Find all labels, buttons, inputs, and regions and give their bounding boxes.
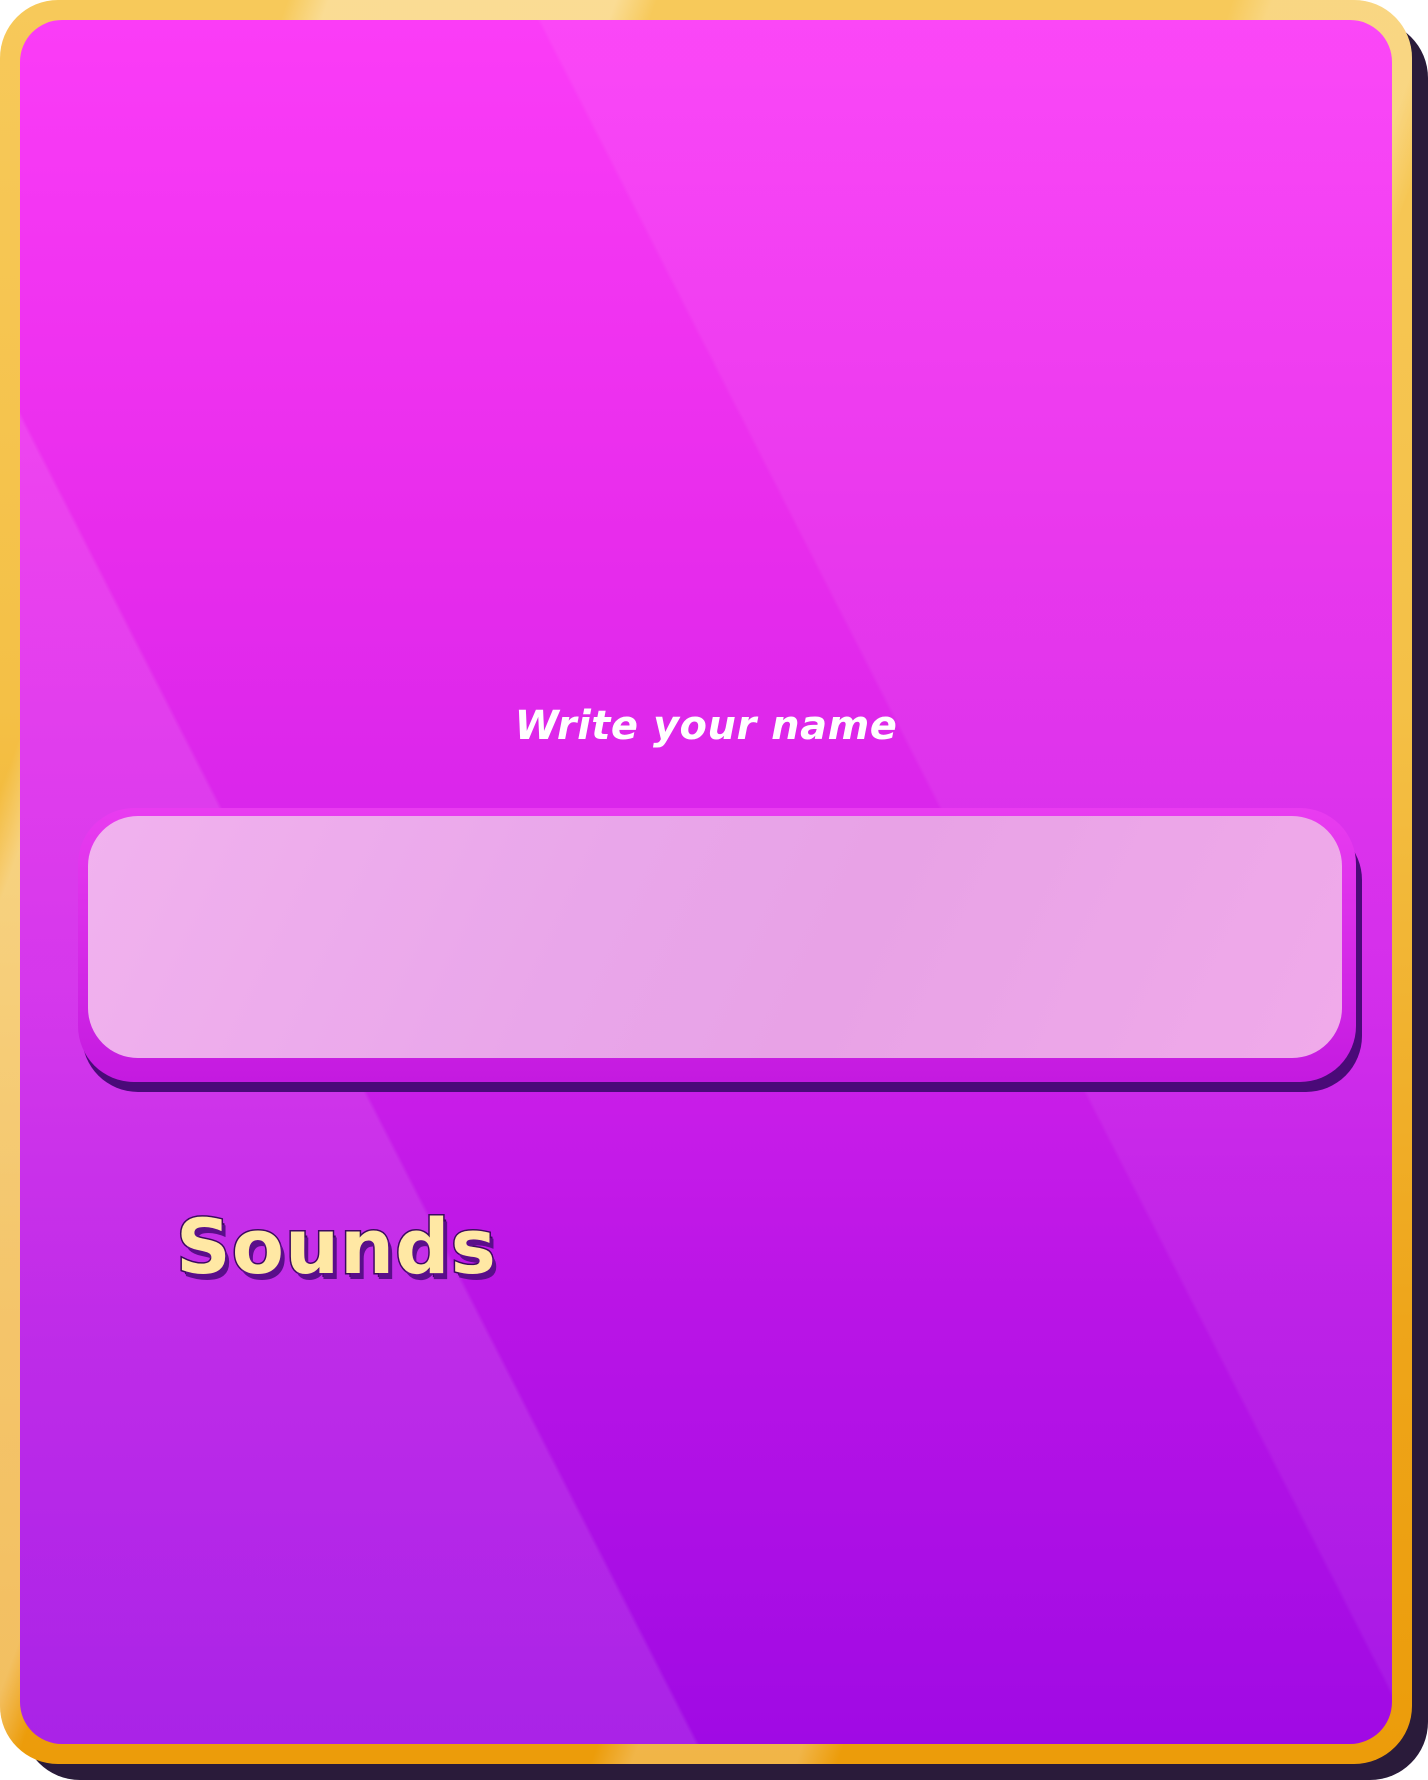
panel-frame: Write your name Sounds [0, 0, 1412, 1764]
name-prompt-label: Write your name [514, 703, 898, 749]
settings-screen: Write your name Sounds [0, 0, 1428, 1780]
name-input[interactable] [88, 816, 1342, 1058]
settings-panel: Write your name Sounds [20, 20, 1392, 1744]
sounds-heading: Sounds [175, 1201, 498, 1293]
